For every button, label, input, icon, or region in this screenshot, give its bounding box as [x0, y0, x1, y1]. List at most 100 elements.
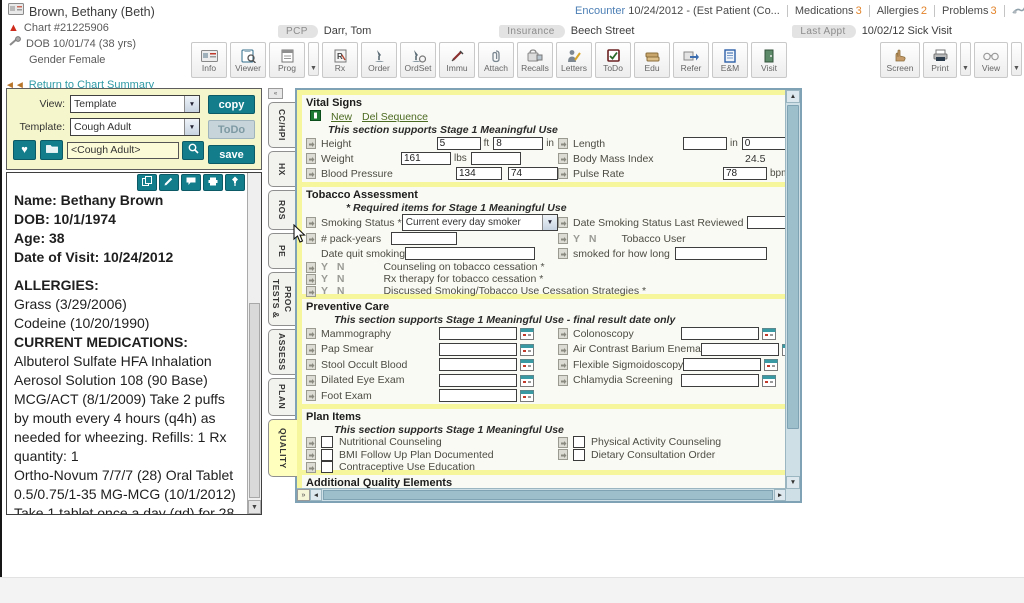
field-history-icon[interactable]: [306, 262, 316, 273]
field-history-icon[interactable]: [558, 217, 568, 228]
tab-hx[interactable]: HX: [268, 151, 295, 187]
foot-exam-date-input[interactable]: [439, 389, 517, 402]
counseling-yn-toggle[interactable]: Y N: [321, 261, 345, 273]
view-button[interactable]: View: [974, 42, 1008, 78]
nutritional-counseling-checkbox[interactable]: [321, 436, 333, 448]
discussed-yn-toggle[interactable]: Y N: [321, 285, 345, 297]
tab-quality[interactable]: QUALITY: [268, 419, 297, 477]
order-button[interactable]: Order: [361, 42, 397, 78]
calendar-icon[interactable]: [520, 389, 534, 402]
field-history-icon[interactable]: [306, 153, 316, 164]
pack-years-input[interactable]: [391, 232, 457, 245]
sigmoidoscopy-date-input[interactable]: [683, 358, 761, 371]
length-in-input[interactable]: [683, 137, 727, 150]
pulse-input[interactable]: [723, 167, 767, 180]
tab-pe[interactable]: PE: [268, 233, 295, 269]
contraceptive-edu-checkbox[interactable]: [321, 461, 333, 473]
tab-ros[interactable]: ROS: [268, 190, 295, 230]
screen-button[interactable]: Screen: [880, 42, 920, 78]
todo-template-button[interactable]: ToDo: [208, 120, 255, 139]
scroll-up-arrow[interactable]: ▲: [786, 90, 800, 103]
colonoscopy-date-input[interactable]: [681, 327, 759, 340]
tab-scroll-up[interactable]: «: [268, 88, 283, 99]
info-button[interactable]: Info: [191, 42, 227, 78]
eye-exam-date-input[interactable]: [439, 374, 517, 387]
save-button[interactable]: save: [208, 145, 255, 164]
weight-input[interactable]: [401, 152, 451, 165]
form-horizontal-scrollbar[interactable]: » ◄ ►: [297, 488, 786, 501]
field-history-icon[interactable]: [306, 168, 316, 179]
search-button[interactable]: [182, 141, 204, 160]
attach-button[interactable]: Attach: [478, 42, 514, 78]
tab-plan[interactable]: PLAN: [268, 378, 295, 416]
calendar-icon[interactable]: [764, 358, 778, 371]
field-history-icon[interactable]: [306, 390, 316, 401]
field-history-icon[interactable]: [558, 153, 568, 164]
bp-systolic-input[interactable]: [456, 167, 502, 180]
field-history-icon[interactable]: [306, 375, 316, 386]
calendar-icon[interactable]: [520, 374, 534, 387]
length-cm-input[interactable]: [742, 137, 786, 150]
field-history-icon[interactable]: [306, 359, 316, 370]
field-history-icon[interactable]: [306, 286, 316, 297]
field-history-icon[interactable]: [306, 217, 316, 228]
favorite-button[interactable]: ♥: [13, 140, 36, 160]
smoking-status-select[interactable]: Current every day smoker▼: [402, 214, 558, 231]
print-dropdown-arrow[interactable]: ▼: [960, 42, 971, 76]
form-vertical-scrollbar[interactable]: ▲ ▼: [785, 90, 800, 489]
template-search-input[interactable]: [67, 142, 179, 159]
new-sequence-link[interactable]: New: [331, 111, 352, 123]
calendar-icon[interactable]: [520, 358, 534, 371]
field-history-icon[interactable]: [558, 359, 568, 370]
view-select[interactable]: Template▼: [70, 95, 200, 113]
height-ft-input[interactable]: [437, 137, 481, 150]
field-history-icon[interactable]: [558, 449, 568, 460]
field-history-icon[interactable]: [558, 138, 568, 149]
calendar-icon[interactable]: [520, 327, 534, 340]
weight-oz-input[interactable]: [471, 152, 521, 165]
scroll-down-arrow[interactable]: ▼: [786, 476, 800, 489]
alert-icon[interactable]: ▲: [8, 23, 19, 33]
dietary-consult-checkbox[interactable]: [573, 449, 585, 461]
field-history-icon[interactable]: [558, 233, 568, 244]
viewer-button[interactable]: Viewer: [230, 42, 266, 78]
bmi-followup-checkbox[interactable]: [321, 449, 333, 461]
field-history-icon[interactable]: [306, 274, 316, 285]
date-quit-input[interactable]: [405, 247, 535, 260]
rx-button[interactable]: RRx: [322, 42, 358, 78]
view-dropdown-arrow[interactable]: ▼: [1011, 42, 1022, 76]
tobacco-user-yn-toggle[interactable]: Y N: [573, 233, 597, 245]
visit-button[interactable]: Visit: [751, 42, 787, 78]
copy-button[interactable]: copy: [208, 95, 255, 114]
field-history-icon[interactable]: [306, 233, 316, 244]
encounter-link[interactable]: Encounter: [575, 5, 625, 17]
smoked-how-long-input[interactable]: [675, 247, 767, 260]
bp-diastolic-input[interactable]: [508, 167, 558, 180]
refer-button[interactable]: Refer: [673, 42, 709, 78]
scroll-left-arrow[interactable]: ◄: [310, 489, 322, 501]
physical-activity-checkbox[interactable]: [573, 436, 585, 448]
calendar-icon[interactable]: [520, 343, 534, 356]
tab-assess[interactable]: ASSESS: [268, 329, 295, 375]
ordset-button[interactable]: OrdSet: [400, 42, 436, 78]
field-history-icon[interactable]: [558, 375, 568, 386]
scrollbar-thumb[interactable]: [787, 105, 799, 429]
scroll-right-arrow[interactable]: ►: [774, 489, 786, 501]
height-in-input[interactable]: [493, 137, 543, 150]
immu-button[interactable]: Immu: [439, 42, 475, 78]
field-history-icon[interactable]: [306, 449, 316, 460]
scroll-down-arrow[interactable]: ▼: [248, 500, 261, 514]
scrollbar-thumb[interactable]: [249, 303, 260, 498]
del-sequence-link[interactable]: Del Sequence: [362, 111, 428, 123]
field-history-icon[interactable]: [306, 138, 316, 149]
edu-button[interactable]: Edu: [634, 42, 670, 78]
field-history-icon[interactable]: [558, 248, 568, 259]
document-scrollbar[interactable]: ▼: [247, 173, 261, 514]
template-select[interactable]: Cough Adult▼: [70, 118, 200, 136]
field-history-icon[interactable]: [306, 344, 316, 355]
field-history-icon[interactable]: [558, 168, 568, 179]
prog-button[interactable]: Prog: [269, 42, 305, 78]
pap-smear-date-input[interactable]: [439, 343, 517, 356]
date-reviewed-input[interactable]: [747, 216, 786, 229]
calendar-icon[interactable]: [762, 374, 776, 387]
